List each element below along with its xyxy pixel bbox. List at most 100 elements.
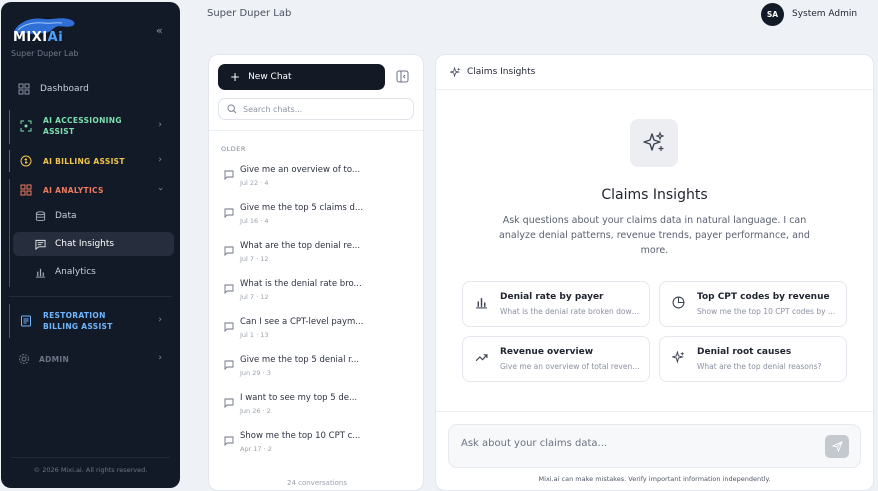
user-name[interactable]: System Admin [792,9,857,19]
pie-chart-icon [672,296,685,309]
trending-up-icon [475,354,488,362]
chat-meta: Jul 22 · 4 [240,179,269,187]
chevron-right-icon: › [158,155,162,165]
claims-insights-panel: Claims Insights Claims Insights Ask ques… [435,54,874,491]
chat-list-item[interactable]: Give me the top 5 denial r... Jun 29 · 3 [217,353,417,385]
nav-restoration-label: RESTORATION BILLING ASSIST [43,311,113,331]
sidebar: MIXIAi Super Duper Lab « Dashboard AI AC… [1,2,180,488]
suggestion-card-denial-root-causes[interactable]: Denial root causes What are the top deni… [659,336,847,382]
chat-list-item[interactable]: Give me an overview of to... Jul 22 · 4 [217,163,417,195]
nav-ai-accessioning-label: AI ACCESSIONING ASSIST [43,116,122,136]
nav-ai-analytics-label: AI ANALYTICS [43,185,104,195]
gear-icon [19,354,29,364]
chat-title: Show me the top 10 CPT c... [240,431,361,441]
card-title: Denial root causes [697,347,792,357]
main-header-title: Claims Insights [467,67,536,77]
chat-title: Give me an overview of to... [240,165,361,175]
plus-icon: + [230,70,241,84]
sidebar-footer: © 2026 Mixi.ai. All rights reserved. [33,466,148,474]
hero-description: Ask questions about your claims data in … [499,215,810,256]
chat-list-item[interactable]: I want to see my top 5 de... Jun 26 · 2 [217,391,417,423]
nav-admin-label: ADMIN [39,354,70,364]
search-chats-input[interactable] [243,104,403,114]
chat-title: Give me the top 5 denial r... [240,355,359,365]
main-header: Claims Insights [436,55,873,90]
chat-list-item[interactable]: Can I see a CPT-level paym... Jul 1 · 13 [217,315,417,347]
ask-input[interactable] [461,438,811,449]
avatar[interactable]: SA [761,3,784,26]
message-icon [224,398,234,408]
sidebar-item-data-label: Data [55,211,77,221]
nav-ai-billing-label: AI BILLING ASSIST [43,156,125,166]
nav-dashboard-label: Dashboard [40,84,89,94]
grid-icon [20,184,32,196]
dashboard-grid-icon [18,83,30,95]
send-button[interactable] [825,435,849,458]
nav-restoration-billing-assist[interactable]: RESTORATION BILLING ASSIST › [1,308,180,334]
chat-list-item[interactable]: What are the top denial re... Jul 7 · 12 [217,239,417,271]
chat-icon [35,239,46,250]
nav-admin[interactable]: ADMIN › [1,352,180,366]
scan-icon [20,120,32,132]
nav-dashboard[interactable]: Dashboard [1,82,180,96]
suggestion-card-top-cpt[interactable]: Top CPT codes by revenue Show me the top… [659,281,847,327]
send-icon [831,441,843,452]
chat-title: What is the denial rate bro... [240,279,362,289]
chat-list-item[interactable]: What is the denial rate bro... Jul 7 · 1… [217,277,417,309]
conversations-count: 24 conversations [286,479,348,487]
card-title: Denial rate by payer [500,292,604,302]
logo-text: MIXIAi [13,30,64,45]
card-description: What are the top denial reasons? [697,362,822,371]
dollar-circle-icon [20,155,32,167]
card-title: Revenue overview [500,347,594,357]
card-description: Show me the top 10 CPT codes by revenue [697,307,837,316]
nav-ai-analytics[interactable]: AI ANALYTICS › [1,183,180,197]
disclaimer: Mixi.ai can make mistakes. Verify import… [538,475,771,483]
chat-title: What are the top denial re... [240,241,361,251]
sidebar-item-analytics[interactable]: Analytics [13,260,174,284]
chat-title: Can I see a CPT-level paym... [240,317,364,327]
chevron-right-icon: › [158,120,162,130]
document-icon [21,315,31,327]
card-description: What is the denial rate broken down by p… [500,307,640,316]
panel-divider [209,130,423,131]
hero-title: Claims Insights [601,187,708,203]
chat-title: I want to see my top 5 de... [240,393,358,403]
sparkles-icon [672,351,685,364]
toggle-panel-icon[interactable] [396,70,409,83]
chevron-down-icon: › [155,187,166,191]
suggestion-card-revenue-overview[interactable]: Revenue overview Give me an overview of … [462,336,650,382]
chevron-right-icon: › [158,315,162,325]
suggestion-card-denial-rate[interactable]: Denial rate by payer What is the denial … [462,281,650,327]
chat-meta: Jul 1 · 13 [240,331,269,339]
search-chats-box[interactable] [218,98,414,120]
bar-chart-icon [476,298,487,309]
chat-list-panel: + New Chat OLDER Give me an overview of … [208,54,424,491]
nav-ai-billing-assist[interactable]: AI BILLING ASSIST › [1,154,180,168]
ask-box[interactable] [448,424,861,468]
org-name: Super Duper Lab [11,49,79,58]
database-icon [35,210,46,221]
group-label-older: OLDER [221,145,246,153]
message-icon [224,436,234,446]
sidebar-item-analytics-label: Analytics [55,267,96,277]
sidebar-item-data[interactable]: Data [13,204,174,228]
bar-chart-icon [35,268,46,278]
nav-ai-accessioning-assist[interactable]: AI ACCESSIONING ASSIST › [1,113,180,139]
hero-sparkles-icon [630,119,678,167]
message-icon [224,284,234,294]
message-icon [224,170,234,180]
new-chat-button[interactable]: + New Chat [218,64,385,90]
chat-meta: Jun 26 · 2 [240,407,271,415]
chat-list-item[interactable]: Show me the top 10 CPT c... Apr 17 · 2 [217,429,417,461]
message-icon [224,360,234,370]
chat-title: Give me the top 5 claims d... [240,203,364,213]
card-description: Give me an overview of total revenue [500,362,640,371]
footer-divider [11,457,170,458]
sidebar-item-chat-insights[interactable]: Chat Insights [13,232,174,256]
sparkles-icon [450,66,461,78]
chat-list-item[interactable]: Give me the top 5 claims d... Jul 16 · 4 [217,201,417,233]
message-icon [224,322,234,332]
collapse-sidebar-icon[interactable]: « [156,24,163,37]
chat-meta: Jul 7 · 12 [240,293,269,301]
